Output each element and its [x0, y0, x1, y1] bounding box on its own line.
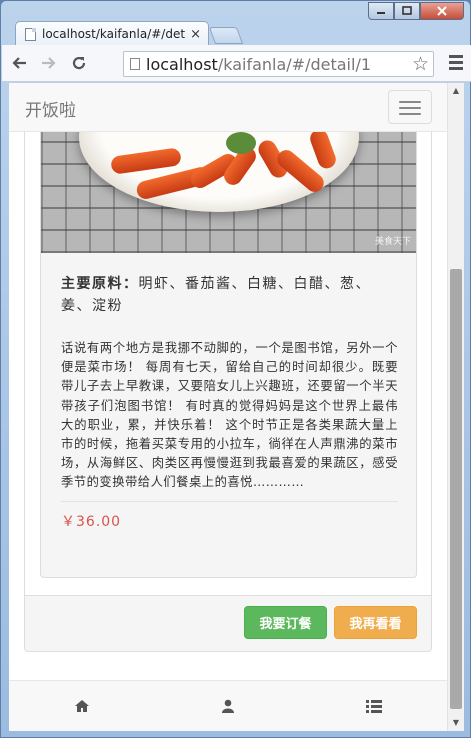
browser-tab[interactable]: localhost/kaifanla/#/det ×: [15, 21, 209, 46]
photo-garnish: [226, 132, 256, 154]
scroll-up-icon[interactable]: ▲: [448, 83, 464, 99]
maximize-button[interactable]: [394, 2, 420, 20]
forward-arrow-icon: [42, 57, 56, 69]
bottom-nav-user[interactable]: [218, 698, 238, 714]
menu-toggle-button[interactable]: [388, 90, 432, 124]
bottom-nav-list[interactable]: [364, 698, 384, 714]
close-window-button[interactable]: [420, 2, 464, 20]
url-text: localhost/kaifanla/#/detail/1: [146, 55, 371, 74]
app-navbar: 开饭啦: [9, 83, 447, 132]
new-tab-button[interactable]: [208, 27, 244, 44]
list-icon: [366, 700, 382, 713]
menu-bar-icon: [449, 61, 463, 64]
bottom-nav: [9, 680, 447, 731]
page-icon: [25, 27, 36, 41]
page-info-icon: [130, 58, 140, 70]
back-arrow-icon: [12, 57, 26, 69]
look-again-button[interactable]: 我再看看: [334, 606, 417, 639]
dish-photo: 美食天下: [41, 132, 416, 253]
order-button[interactable]: 我要订餐: [244, 606, 327, 639]
dish-price: ￥36.00: [61, 513, 122, 530]
menu-bar-icon: [449, 55, 463, 58]
tab-close-icon[interactable]: ×: [190, 27, 201, 42]
scroll-down-icon[interactable]: ▼: [448, 715, 464, 731]
page-viewport: 开饭啦 美食天下 主要原料：明虾、番茄酱、白糖、白醋、葱、姜、淀粉 话说有两个地…: [9, 83, 464, 731]
url-path: /kaifanla/#/detail/1: [217, 54, 372, 74]
minimize-button[interactable]: [368, 2, 394, 20]
user-icon: [222, 699, 234, 713]
bookmark-star-icon[interactable]: ☆: [412, 53, 429, 75]
bottom-nav-home[interactable]: [72, 698, 92, 714]
menu-bar-icon: [449, 67, 463, 70]
photo-watermark: 美食天下: [374, 237, 411, 247]
app-brand[interactable]: 开饭啦: [25, 96, 76, 121]
dish-thumbnail: 美食天下 主要原料：明虾、番茄酱、白糖、白醋、葱、姜、淀粉 话说有两个地方是我挪…: [40, 132, 417, 578]
home-icon: [75, 700, 89, 712]
close-icon: [437, 6, 447, 16]
scroll-thumb[interactable]: [450, 269, 462, 709]
tab-strip: localhost/kaifanla/#/det ×: [1, 1, 471, 46]
reload-button[interactable]: [66, 50, 92, 76]
tab-title: localhost/kaifanla/#/det: [42, 27, 186, 41]
panel-footer: 我要订餐 我再看看: [25, 595, 431, 651]
reload-icon: [72, 56, 86, 70]
dish-description: 话说有两个地方是我挪不动脚的，一个是图书馆，另外一个便是菜市场！ 每周有七天，留…: [61, 341, 398, 490]
url-host: localhost: [146, 54, 218, 74]
ingredients: 主要原料：明虾、番茄酱、白糖、白醋、葱、姜、淀粉: [61, 273, 398, 317]
forward-button[interactable]: [36, 50, 62, 76]
address-bar[interactable]: localhost/kaifanla/#/detail/1 ☆: [123, 51, 434, 77]
browser-toolbar: localhost/kaifanla/#/detail/1 ☆: [2, 45, 471, 82]
hamburger-icon: [399, 101, 421, 103]
window-controls: [368, 2, 464, 20]
page-scrollbar[interactable]: ▲ ▼: [447, 83, 464, 731]
minimize-icon: [377, 12, 385, 14]
dish-caption: 主要原料：明虾、番茄酱、白糖、白醋、葱、姜、淀粉 话说有两个地方是我挪不动脚的，…: [41, 253, 416, 531]
hamburger-bar: [399, 113, 421, 115]
divider: [61, 500, 398, 502]
hamburger-bar: [399, 107, 421, 109]
dish-panel: 美食天下 主要原料：明虾、番茄酱、白糖、白醋、葱、姜、淀粉 话说有两个地方是我挪…: [24, 132, 432, 652]
ingredients-label: 主要原料：: [61, 276, 139, 292]
browser-menu-button[interactable]: [449, 55, 463, 73]
browser-window: localhost/kaifanla/#/det × localhost/kai…: [0, 0, 471, 738]
back-button[interactable]: [6, 50, 32, 76]
maximize-icon: [402, 6, 412, 15]
